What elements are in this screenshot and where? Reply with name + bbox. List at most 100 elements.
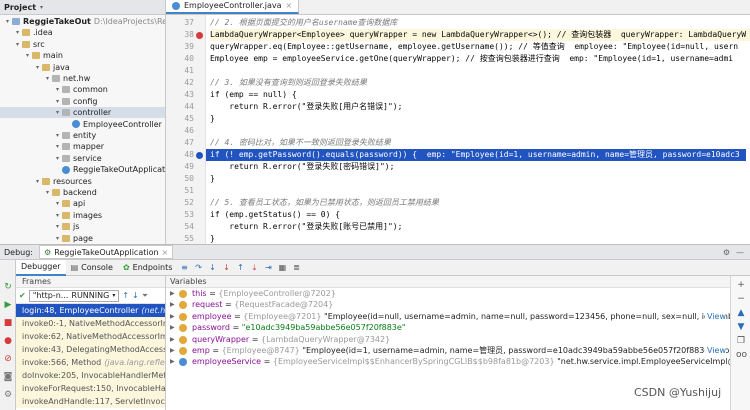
code-line[interactable]: LambdaQueryWrapper<Employee> queryWrappe… [210,29,750,41]
expand-icon[interactable]: ▶ [170,311,175,322]
project-title[interactable]: Project [4,3,36,12]
tree-item-java[interactable]: ▾ java [0,62,70,73]
expand-icon[interactable]: ▶ [170,345,175,356]
code-area[interactable]: // 2. 根据页面提交的用户名username查询数据库 LambdaQuery… [206,15,750,244]
expand-icon[interactable]: ▶ [170,288,175,299]
code-line[interactable]: if (! emp.getPassword().equals(password)… [206,149,746,161]
code-line[interactable]: if (emp == null) { [210,89,750,101]
stack-frame[interactable]: invokeAndHandle:117, ServletInvocableHa [16,395,165,408]
editor-tab-employeecontroller[interactable]: EmployeeController.java × [166,0,300,14]
up-icon[interactable]: ▲ [736,308,746,318]
plus-icon[interactable]: + [736,280,746,290]
stack-frame[interactable]: invoke:566, Method(java.lang.reflect) [16,356,165,369]
chevron-down-icon[interactable]: ▾ [54,233,61,244]
stack-frame[interactable]: invoke:43, DelegatingMethodAccessorImp [16,343,165,356]
chevron-down-icon[interactable]: ▾ [40,4,43,11]
resume-icon[interactable]: ▶ [3,300,13,310]
thread-dropdown[interactable]: "http-n... RUNNING ▾ [28,289,120,302]
code-line[interactable]: // 4. 密码比对，如果不一致则返回登录失败结果 [210,137,750,149]
code-line[interactable]: } [210,173,750,185]
stack-frame[interactable]: invoke:62, NativeMethodAccessorImpl(s [16,330,165,343]
minimize-icon[interactable]: — [736,248,744,257]
code-line[interactable] [210,125,750,137]
view-breakpoints-icon[interactable]: ● [3,336,13,346]
mute-breakpoints-icon[interactable]: ⊘ [3,354,13,364]
code-line[interactable]: queryWrapper.eq(Employee::getUsername, e… [210,41,750,53]
chevron-down-icon[interactable]: ▾ [54,141,61,152]
expand-icon[interactable]: ▶ [170,334,175,345]
expand-icon[interactable]: ▶ [170,299,175,310]
code-line[interactable]: // 5. 查看员工状态，如果为已禁用状态，则返回员工禁用结果 [210,197,750,209]
filter-icon[interactable]: ⏷ [142,291,148,301]
tree-item--idea[interactable]: ▾ .idea [0,27,53,38]
variable-row[interactable]: ▶ employee = {Employee@7201} "Employee(id… [166,310,730,323]
chevron-down-icon[interactable]: ▾ [44,73,51,84]
code-line[interactable]: } [210,113,750,125]
tree-item-controller[interactable]: ▾ controller [0,107,165,119]
tree-item-mapper[interactable]: ▾ mapper [0,141,104,152]
tree-item-src[interactable]: ▾ src [0,39,45,50]
code-line[interactable]: Employee emp = employeeService.getOne(qu… [210,53,750,65]
chevron-down-icon[interactable]: ▾ [54,130,61,141]
execution-point-icon[interactable] [196,152,203,159]
gear-icon[interactable]: ⚙ [723,248,730,257]
variable-row[interactable]: ▶ this = {EmployeeController@7202} [166,288,730,299]
tree-item-net-hw[interactable]: ▾ net.hw [0,73,90,84]
chevron-down-icon[interactable]: ▾ [34,176,41,187]
chevron-down-icon[interactable]: ▾ [44,187,51,198]
variable-row[interactable]: ▶ employeeService = {EmployeeServiceImpl$… [166,356,730,367]
rerun-icon[interactable]: ↻ [3,282,13,292]
tree-item-config[interactable]: ▾ config [0,96,98,107]
tree-item-reggietakeoutapplication[interactable]: ReggieTakeOutApplication [0,164,165,175]
view-link[interactable]: View [705,310,726,323]
close-icon[interactable]: × [286,1,293,10]
expand-icon[interactable]: ▶ [170,322,175,333]
chevron-down-icon[interactable]: ▾ [24,50,31,61]
stack-frame[interactable]: login:48, EmployeeController(net.hw.con [16,304,165,317]
copy-icon[interactable]: ❐ [736,336,746,346]
camera-icon[interactable]: ◙ [3,372,13,382]
evaluate-expression-icon[interactable]: ▦ [277,263,287,273]
chevron-down-icon[interactable]: ▾ [54,210,61,221]
variable-row[interactable]: ▶ queryWrapper = {LambdaQueryWrapper@7342… [166,334,730,345]
close-icon[interactable]: × [162,248,169,257]
code-line[interactable]: // 2. 根据页面提交的用户名username查询数据库 [210,17,750,29]
tree-item-common[interactable]: ▾ common [0,84,108,95]
chevron-down-icon[interactable]: ▾ [14,39,21,50]
tab-console[interactable]: ▤ Console [66,260,118,276]
stop-icon[interactable]: ■ [3,318,13,328]
tree-item-entity[interactable]: ▾ entity [0,130,96,141]
view-link[interactable]: View [705,344,726,357]
tree-item-api[interactable]: ▾ api [0,198,85,209]
drop-frame-icon[interactable]: ⤓ [249,263,259,273]
breakpoint-icon[interactable] [196,32,203,39]
tree-item-service[interactable]: ▾ service [0,153,102,164]
tree-item-resources[interactable]: ▾ resources [0,176,92,187]
minus-icon[interactable]: − [736,294,746,304]
chevron-down-icon[interactable]: ▾ [54,84,61,95]
tree-item-images[interactable]: ▾ images [0,210,102,221]
code-line[interactable]: if (emp.getStatus() == 0) { [210,209,750,221]
tree-item-backend[interactable]: ▾ backend [0,187,97,198]
step-over-icon[interactable]: ↷ [193,263,203,273]
variable-row[interactable]: ▶ request = {RequestFacade@7204} [166,299,730,310]
code-line[interactable]: return R.error("登录失败[密码错误]"); [210,161,750,173]
chevron-down-icon[interactable]: ▾ [14,27,21,38]
down-icon[interactable]: ▼ [736,322,746,332]
tab-endpoints[interactable]: ✿ Endpoints [118,260,177,276]
tree-item-employeecontroller[interactable]: EmployeeController [0,119,162,130]
force-step-into-icon[interactable]: ↓ [221,263,231,273]
up-arrow-icon[interactable]: ↑ [122,291,129,300]
settings-icon[interactable]: ⚙ [3,390,13,400]
code-line[interactable]: return R.error("登录失败[账号已禁用]"); [210,221,750,233]
debug-session-tab[interactable]: ⚙ ReggieTakeOutApplication × [39,245,174,259]
step-into-icon[interactable]: ↓ [207,263,217,273]
show-execution-point-icon[interactable]: ≡ [179,263,189,273]
line-gutter[interactable]: 37 38 39 40 41 42 43 44 45 46 47 48 49 50 51 52 53 54 55 [166,15,206,244]
trace-icon[interactable]: ≣ [291,263,301,273]
chevron-down-icon[interactable]: ▾ [54,221,61,232]
stack-frame[interactable]: invoke0:-1, NativeMethodAccessorImpl(s [16,317,165,330]
chevron-down-icon[interactable]: ▾ [54,107,61,118]
code-line[interactable] [210,185,750,197]
tab-debugger[interactable]: Debugger [16,259,66,276]
